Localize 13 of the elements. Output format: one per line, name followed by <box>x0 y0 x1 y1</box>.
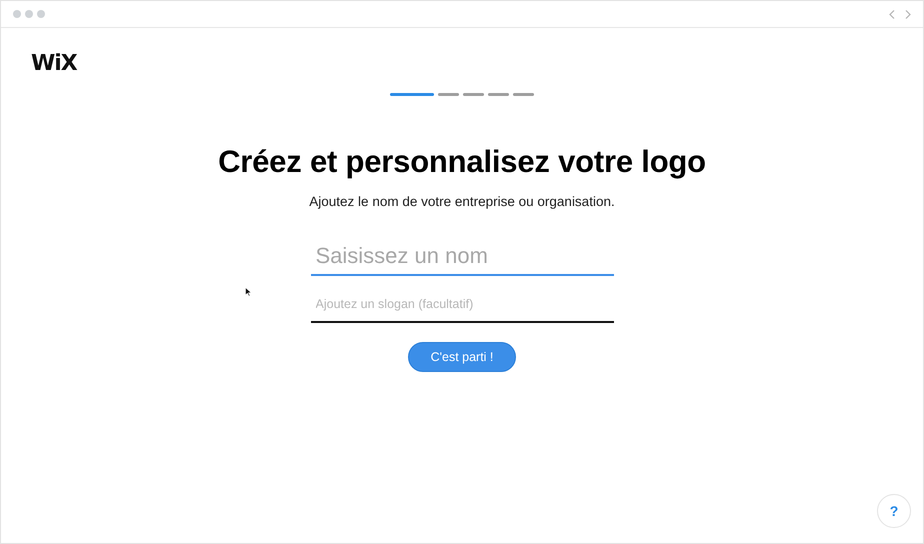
page-heading: Créez et personnalisez votre logo <box>218 144 706 180</box>
help-button[interactable]: ? <box>877 494 911 528</box>
window-dot <box>25 10 33 18</box>
window-dot <box>37 10 45 18</box>
submit-button[interactable]: C'est parti ! <box>408 342 516 372</box>
back-icon[interactable] <box>889 10 895 18</box>
mouse-pointer-icon <box>245 287 252 297</box>
logo: WiX <box>31 51 77 76</box>
subtitle: Ajoutez le nom de votre entreprise ou organisation. <box>309 194 615 209</box>
window-dot <box>13 10 21 18</box>
forward-icon[interactable] <box>905 10 911 18</box>
slogan-field[interactable]: Ajoutez un slogan (facultatif) <box>310 287 614 323</box>
name-field[interactable]: Saisissez un nom <box>310 237 614 276</box>
